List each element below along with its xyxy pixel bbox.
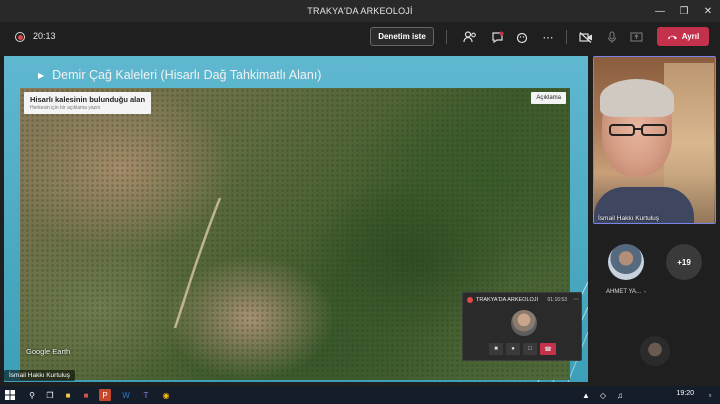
participant-hair (600, 79, 674, 117)
chat-icon[interactable] (489, 29, 505, 45)
tray-icon[interactable]: ▲ (580, 389, 592, 401)
participant-name-label: İsmail Hakkı Kurtuluş (598, 215, 660, 222)
request-control-button[interactable]: Denetim iste (370, 27, 434, 46)
glasses-icon (609, 124, 667, 136)
map-placemark-label: Hisarlı kalesinin bulunduğu alan Herkesi… (24, 92, 152, 114)
google-earth-watermark: Google Earth (26, 347, 71, 356)
map-label-subtitle: Herkesin için bir açıklama yazın (30, 105, 101, 111)
bullet-arrow-icon: ▶ (38, 70, 45, 80)
leave-label: Ayrıl (681, 32, 700, 41)
participant-tile-ahmet[interactable]: AHMET YA... (606, 244, 646, 296)
toolbar-divider (566, 30, 567, 44)
leave-button[interactable]: Ayrıl (657, 27, 709, 46)
more-participants-button[interactable]: +19 (666, 244, 702, 280)
mini-controls: ■ ● □ ☎ (489, 343, 556, 355)
windows-start-icon[interactable] (4, 389, 16, 401)
window-controls: — ❐ ✕ (648, 0, 720, 22)
microphone-icon[interactable]: ● (506, 343, 520, 355)
phone-hangup-icon (667, 35, 677, 39)
teams-icon[interactable]: T (140, 389, 152, 401)
maximize-icon[interactable]: ❐ (672, 0, 696, 22)
participant-video-tile[interactable]: İsmail Hakkı Kurtuluş (593, 56, 716, 224)
share-screen-icon[interactable] (628, 29, 644, 45)
meeting-timer: 20:13 (33, 31, 56, 41)
toolbar-divider (446, 30, 447, 44)
map-label-title: Hisarlı kalesinin bulunduğu alan (30, 95, 146, 104)
more-options-icon[interactable]: ⋯ (540, 29, 556, 45)
close-icon[interactable]: ✕ (696, 0, 720, 22)
shared-content-stage: ▶ Demir Çağ Kaleleri (Hisarlı Dağ Tahkim… (0, 52, 590, 384)
slide-title: ▶ Demir Çağ Kaleleri (Hisarlı Dağ Tahkim… (38, 68, 321, 82)
recording-icon (15, 32, 25, 42)
camera-icon[interactable]: ■ (489, 343, 503, 355)
volume-icon[interactable]: ♫ (614, 389, 626, 401)
camera-off-icon[interactable] (578, 29, 594, 45)
powerpoint-icon[interactable]: P (99, 389, 111, 401)
word-icon[interactable]: W (120, 389, 132, 401)
microphone-muted-icon (644, 290, 646, 294)
participants-icon[interactable] (462, 29, 478, 45)
title-bar: TRAKYA'DA ARKEOLOJİ — ❐ ✕ (0, 0, 720, 22)
participants-panel: İsmail Hakkı Kurtuluş AHMET YA... +19 (590, 52, 720, 384)
reactions-icon[interactable] (514, 29, 530, 45)
minimize-icon[interactable]: — (648, 0, 672, 22)
map-description-button[interactable]: Açıklama (531, 92, 566, 104)
app-icon[interactable]: ■ (80, 389, 92, 401)
microphone-off-icon[interactable] (604, 29, 620, 45)
mini-window-title: TRAKYA'DA ARKEOLOJİ (476, 296, 539, 303)
mini-participant-avatar (511, 310, 537, 336)
avatar (608, 244, 644, 280)
mini-window-header: TRAKYA'DA ARKEOLOJİ 01:16:53 ⋯ (463, 293, 583, 306)
participant-name-text: AHMET YA... (606, 289, 642, 295)
taskbar-clock[interactable]: 19:20 (676, 390, 694, 397)
participant-name: AHMET YA... (606, 288, 646, 296)
recording-dot-icon (467, 296, 473, 303)
window-title: TRAKYA'DA ARKEOLOJİ (307, 6, 413, 16)
mini-meeting-window[interactable]: TRAKYA'DA ARKEOLOJİ 01:16:53 ⋯ ■ ● □ ☎ (462, 292, 582, 361)
more-options-icon[interactable]: ⋯ (573, 296, 579, 303)
search-icon[interactable]: ⚲ (26, 389, 38, 401)
presenter-name-label: İsmail Hakkı Kurtuluş (4, 370, 76, 381)
file-explorer-icon[interactable]: ■ (62, 389, 74, 401)
network-icon[interactable]: ◇ (597, 389, 609, 401)
slide-title-text: Demir Çağ Kaleleri (Hisarlı Dağ Tahkimat… (52, 68, 322, 82)
phone-hangup-icon[interactable]: ☎ (540, 343, 556, 355)
taskbar: ⚲ ❐ ■ ■ P W T ◉ ▲ ◇ ♫ 19:20 ▫ (0, 386, 720, 404)
avatar[interactable] (640, 336, 670, 366)
share-icon[interactable]: □ (523, 343, 537, 355)
meeting-toolbar: 20:13 Denetim iste ⋯ Ayrıl (0, 22, 720, 52)
chrome-icon[interactable]: ◉ (160, 389, 172, 401)
notifications-icon[interactable]: ▫ (704, 389, 716, 401)
task-view-icon[interactable]: ❐ (44, 389, 56, 401)
mini-window-time: 01:16:53 (547, 296, 567, 303)
map-road-path (173, 198, 222, 328)
